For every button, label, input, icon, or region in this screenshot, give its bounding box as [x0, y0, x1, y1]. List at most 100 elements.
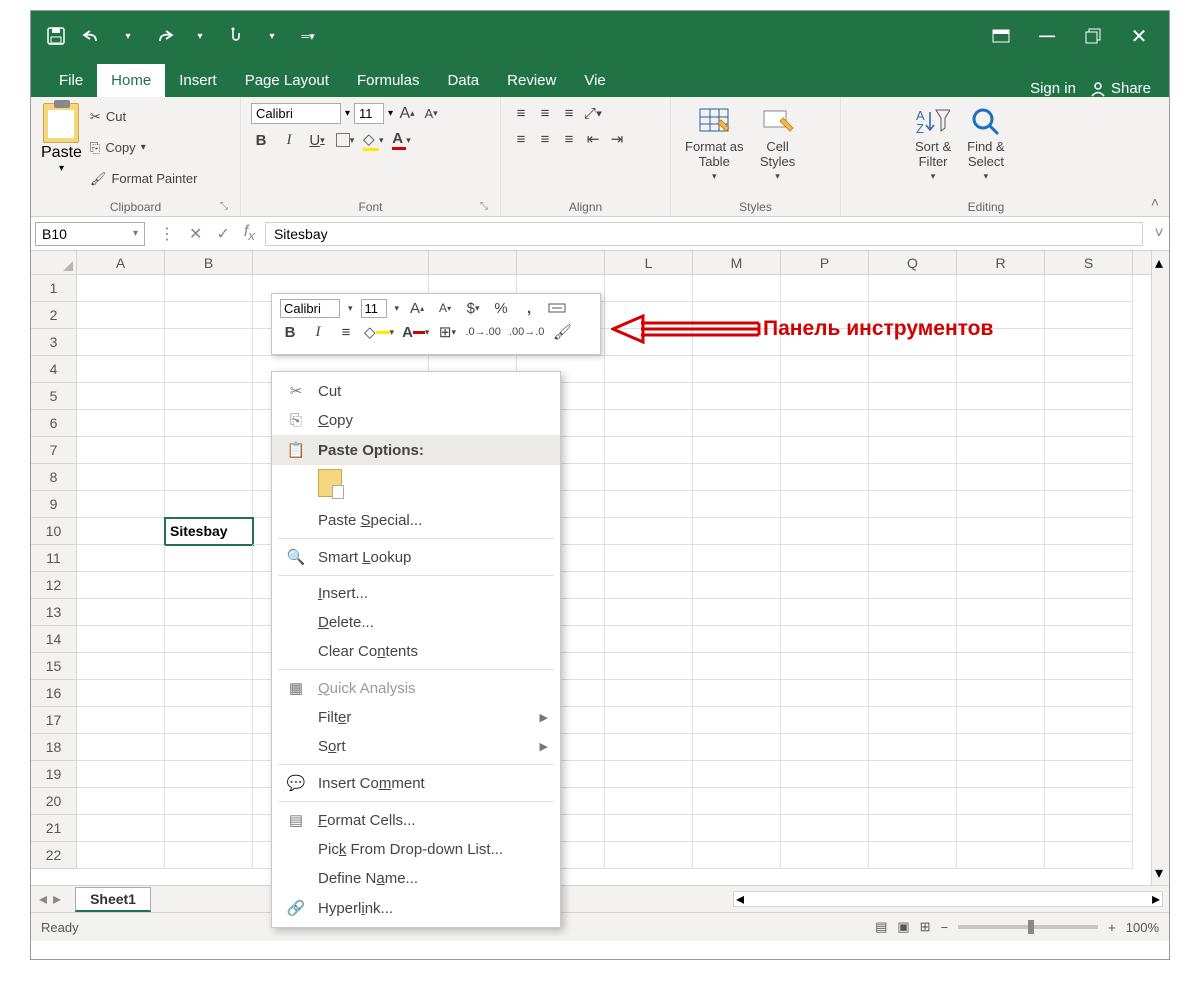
cell[interactable] — [693, 680, 781, 707]
vertical-scrollbar[interactable]: ▴ ▾ — [1151, 251, 1169, 885]
cell[interactable] — [605, 275, 693, 302]
cell[interactable] — [693, 788, 781, 815]
cell[interactable] — [693, 275, 781, 302]
row-header[interactable]: 5 — [31, 383, 77, 410]
menu-paste-options[interactable]: 📋Paste Options: — [272, 435, 560, 465]
cell[interactable] — [957, 842, 1045, 869]
cell[interactable] — [605, 572, 693, 599]
cell[interactable] — [605, 356, 693, 383]
cell[interactable] — [1045, 545, 1133, 572]
cell[interactable] — [869, 761, 957, 788]
font-size-input[interactable] — [354, 103, 384, 124]
touch-mouse-icon[interactable] — [225, 25, 247, 47]
cell[interactable] — [165, 302, 253, 329]
cell[interactable] — [693, 572, 781, 599]
zoom-out-button[interactable]: − — [941, 920, 949, 935]
menu-insert[interactable]: Insert... — [272, 579, 560, 608]
cell[interactable] — [869, 410, 957, 437]
dropdown-icon[interactable]: ▾ — [261, 25, 283, 47]
customize-qat-icon[interactable]: ═▾ — [297, 25, 319, 47]
cell[interactable] — [605, 491, 693, 518]
cell[interactable] — [605, 707, 693, 734]
cell[interactable] — [957, 518, 1045, 545]
cell[interactable] — [1045, 329, 1133, 356]
cell[interactable] — [1045, 464, 1133, 491]
col-header[interactable]: A — [77, 251, 165, 274]
cell[interactable] — [1045, 626, 1133, 653]
cell[interactable] — [605, 464, 693, 491]
cell[interactable] — [693, 464, 781, 491]
col-header[interactable] — [429, 251, 517, 274]
normal-view-icon[interactable]: ▤ — [875, 919, 887, 935]
mini-font-name-input[interactable] — [280, 299, 340, 318]
cell[interactable] — [781, 842, 869, 869]
cancel-icon[interactable]: ⋮ — [159, 224, 175, 244]
percent-format-icon[interactable]: % — [491, 298, 511, 318]
font-name-input[interactable] — [251, 103, 341, 124]
col-header[interactable]: L — [605, 251, 693, 274]
menu-hyperlink[interactable]: 🔗Hyperlink... — [272, 893, 560, 923]
cell[interactable] — [1045, 842, 1133, 869]
cell[interactable] — [165, 275, 253, 302]
row-header[interactable]: 2 — [31, 302, 77, 329]
cell[interactable] — [165, 410, 253, 437]
cell[interactable] — [781, 707, 869, 734]
decrease-font-icon[interactable]: A▾ — [435, 298, 455, 318]
cell[interactable] — [781, 572, 869, 599]
row-header[interactable]: 3 — [31, 329, 77, 356]
cell[interactable] — [77, 572, 165, 599]
align-left-icon[interactable]: ≡ — [511, 129, 531, 149]
cell[interactable] — [781, 410, 869, 437]
align-top-icon[interactable]: ≡ — [511, 103, 531, 123]
cell[interactable] — [605, 734, 693, 761]
cell[interactable] — [77, 815, 165, 842]
menu-define-name[interactable]: Define Name... — [272, 864, 560, 893]
italic-button[interactable]: I — [308, 322, 328, 342]
undo-icon[interactable] — [81, 25, 103, 47]
row-header[interactable]: 9 — [31, 491, 77, 518]
tab-file[interactable]: File — [45, 64, 97, 97]
cell[interactable] — [869, 680, 957, 707]
cell[interactable] — [693, 437, 781, 464]
cell[interactable] — [869, 383, 957, 410]
scroll-down-icon[interactable]: ▾ — [1155, 863, 1163, 883]
cell[interactable] — [605, 437, 693, 464]
cell[interactable] — [605, 626, 693, 653]
dropdown-icon[interactable]: ▾ — [117, 25, 139, 47]
cell[interactable] — [165, 626, 253, 653]
page-layout-view-icon[interactable]: ▣ — [897, 919, 909, 935]
merge-center-icon[interactable] — [547, 298, 567, 318]
row-header[interactable]: 15 — [31, 653, 77, 680]
cell[interactable] — [605, 518, 693, 545]
dropdown-icon[interactable]: ▾ — [388, 108, 393, 119]
tab-view[interactable]: Vie — [570, 64, 619, 97]
cell[interactable] — [1045, 410, 1133, 437]
cell[interactable] — [957, 653, 1045, 680]
cell[interactable] — [957, 410, 1045, 437]
cell[interactable] — [165, 356, 253, 383]
format-painter-icon[interactable]: 🖌 — [552, 322, 572, 342]
copy-button[interactable]: ⎘Copy▾ — [90, 134, 198, 161]
cell[interactable] — [957, 275, 1045, 302]
menu-format-cells[interactable]: ▤Format Cells... — [272, 805, 560, 835]
cell[interactable] — [77, 410, 165, 437]
cut-button[interactable]: ✂Cut — [90, 103, 198, 130]
select-all-button[interactable] — [31, 251, 77, 274]
cell[interactable] — [869, 275, 957, 302]
cell[interactable] — [1045, 788, 1133, 815]
menu-insert-comment[interactable]: 💬Insert Comment — [272, 768, 560, 798]
cell[interactable] — [77, 518, 165, 545]
cell[interactable] — [1045, 275, 1133, 302]
fill-color-button[interactable]: ◇▾ — [363, 130, 384, 150]
cell[interactable] — [77, 491, 165, 518]
cell[interactable] — [957, 761, 1045, 788]
comma-format-icon[interactable]: , — [519, 298, 539, 318]
page-break-view-icon[interactable]: ⊞ — [920, 919, 931, 935]
cell[interactable] — [781, 734, 869, 761]
expand-formula-bar-icon[interactable]: ˅ — [1149, 225, 1169, 243]
cell[interactable] — [605, 383, 693, 410]
col-header[interactable]: Q — [869, 251, 957, 274]
cell[interactable] — [957, 383, 1045, 410]
cell[interactable] — [869, 599, 957, 626]
increase-indent-icon[interactable]: ⇥ — [607, 129, 627, 149]
